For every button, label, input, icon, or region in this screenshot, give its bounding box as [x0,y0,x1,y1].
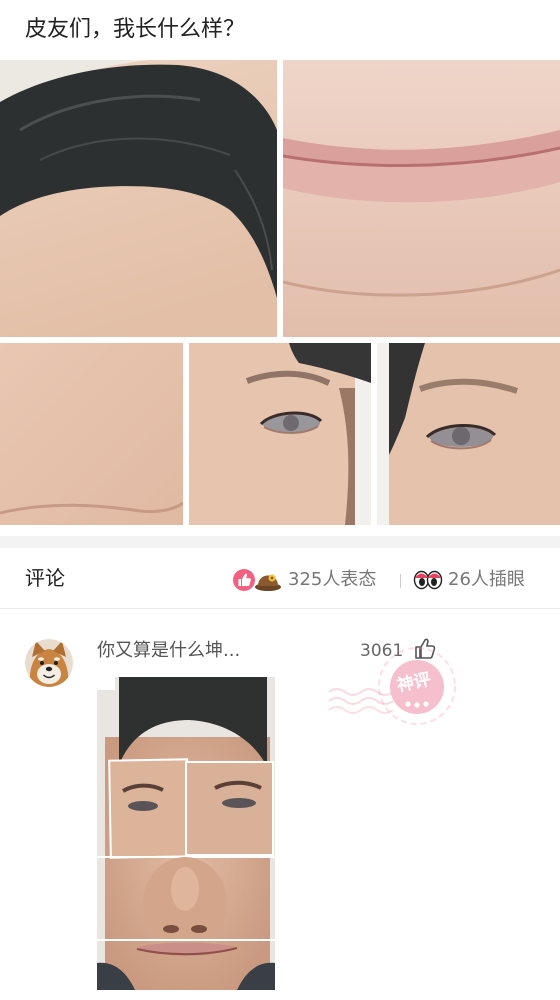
post-title: 皮友们，我长什么样？ [25,17,246,42]
post-image-2[interactable] [283,60,560,337]
collage-photo [97,677,275,990]
background [377,343,389,525]
corner [97,677,115,690]
iris [283,415,299,431]
comments-header: 评论 325人表态 26人插眼 [0,548,560,609]
skin [0,343,183,525]
photo [283,60,560,337]
post-image-5[interactable] [377,343,560,525]
photo [377,343,560,525]
nose-highlight [171,867,199,911]
post-image-4[interactable] [189,343,371,525]
photo [189,343,371,525]
iris [452,427,470,445]
comments-title: 评论 [25,566,65,590]
eyes-icon[interactable] [413,568,443,590]
nostril [191,925,207,933]
thumb-up-icon[interactable] [233,569,255,591]
photo [0,343,183,525]
divider [400,574,401,588]
god-comment-stamp: 神评 [325,640,475,730]
post-image-3[interactable] [0,343,183,525]
hat-icon[interactable] [254,566,282,592]
reaction-count[interactable]: 325人表态 [288,568,376,592]
eye-count[interactable]: 26人插眼 [448,568,525,592]
collage-panel-right [185,761,274,856]
eye [222,798,256,808]
shiba-avatar-image [25,639,73,687]
eye [128,801,158,811]
post-image-1[interactable] [0,60,277,337]
avatar[interactable] [25,639,73,687]
comment-image[interactable] [97,677,275,990]
nostril [163,925,179,933]
photo [0,60,277,337]
comment-text[interactable]: 你又算是什么坤... [97,639,240,663]
section-separator [0,536,560,548]
